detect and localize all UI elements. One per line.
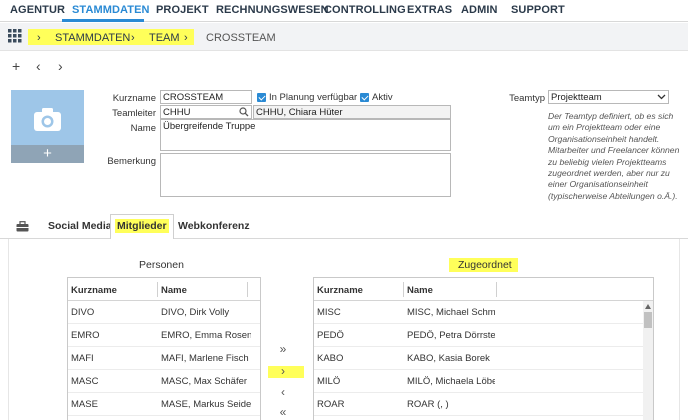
nav-agentur[interactable]: AGENTUR xyxy=(10,4,65,16)
camera-icon xyxy=(34,108,61,131)
move-left-icon[interactable]: ‹ xyxy=(268,385,298,399)
nav-extras[interactable]: EXTRAS xyxy=(407,4,452,16)
chevron-right-icon: › xyxy=(37,32,41,44)
add-icon[interactable]: + xyxy=(12,58,20,74)
search-icon[interactable] xyxy=(239,107,249,117)
table-row[interactable]: MAFI MAFI, Marlene Fisch xyxy=(68,347,260,370)
nav-rechnungswesen[interactable]: RECHNUNGSWESEN xyxy=(216,4,329,16)
table-row[interactable]: KABO KABO, Kasia Borek xyxy=(314,347,644,370)
zugeordnet-header: Kurzname Name xyxy=(314,278,653,301)
table-row[interactable]: MASE MASE, Markus Seidel xyxy=(68,393,260,416)
next-icon[interactable]: › xyxy=(58,58,63,74)
bemerkung-label: Bemerkung xyxy=(107,156,156,167)
teamleiter-name-field: CHHU, Chiara Hüter xyxy=(253,105,451,119)
teamtyp-label: Teamtyp xyxy=(509,93,545,104)
transfer-buttons: » › ‹ « xyxy=(268,339,304,420)
zugeordnet-title: Zugeordnet xyxy=(458,259,512,271)
scrollbar-thumb[interactable] xyxy=(644,312,652,328)
bemerkung-field[interactable] xyxy=(160,153,451,197)
table-row[interactable]: ROAR ROAR (, ) xyxy=(314,393,644,416)
move-right-icon[interactable]: › xyxy=(268,364,298,378)
teamtyp-select[interactable]: Projektteam xyxy=(548,90,669,104)
name-field[interactable]: Übergreifende Truppe xyxy=(160,119,451,151)
column-header-name[interactable]: Name xyxy=(407,285,433,296)
chevron-right-icon: › xyxy=(184,32,188,44)
personen-grid: Kurzname Name DIVO DIVO, Dirk Volly EMRO… xyxy=(67,277,261,420)
nav-projekt[interactable]: PROJEKT xyxy=(156,4,209,16)
breadcrumb: › STAMMDATEN › TEAM › CROSSTEAM xyxy=(0,23,688,51)
name-label: Name xyxy=(130,123,156,134)
tab-social-media[interactable]: Social Media xyxy=(48,220,112,232)
top-navigation: AGENTUR STAMMDATEN PROJEKT RECHNUNGSWESE… xyxy=(0,0,688,22)
tab-mitglieder[interactable]: Mitglieder xyxy=(110,214,174,240)
briefcase-icon[interactable] xyxy=(16,221,29,232)
kurzname-label: Kurzname xyxy=(112,93,156,104)
nav-support[interactable]: SUPPORT xyxy=(511,4,565,16)
teamtyp-help-text: Der Teamtyp definiert, ob es sich um ein… xyxy=(548,111,680,201)
aktiv-checkbox[interactable] xyxy=(360,93,369,102)
apps-grid-icon[interactable] xyxy=(8,29,22,43)
table-row[interactable]: EMRO EMRO, Emma Rosent... xyxy=(68,324,260,347)
move-all-left-icon[interactable]: « xyxy=(268,405,298,419)
tab-mitglieder-label: Mitglieder xyxy=(115,219,169,233)
nav-stammdaten[interactable]: STAMMDATEN xyxy=(72,4,150,16)
table-row[interactable]: MASC MASC, Max Schäfer xyxy=(68,370,260,393)
tab-webkonferenz[interactable]: Webkonferenz xyxy=(178,220,250,232)
in-planung-checkbox[interactable] xyxy=(257,93,266,102)
nav-controlling[interactable]: CONTROLLING xyxy=(324,4,406,16)
personen-title: Personen xyxy=(139,259,184,271)
move-all-right-icon[interactable]: » xyxy=(268,342,298,356)
column-header-kurzname[interactable]: Kurzname xyxy=(71,285,117,296)
upload-photo-button[interactable]: + xyxy=(11,145,84,163)
tab-bar: Social Media Mitglieder Webkonferenz xyxy=(0,212,688,240)
scroll-up-icon[interactable] xyxy=(645,304,651,309)
column-header-name[interactable]: Name xyxy=(161,285,187,296)
chevron-right-icon: › xyxy=(131,32,135,44)
column-header-kurzname[interactable]: Kurzname xyxy=(317,285,363,296)
table-row[interactable]: MILÖ MILÖ, Michaela Löber xyxy=(314,370,644,393)
teamtyp-value: Projektteam xyxy=(551,92,602,103)
previous-icon[interactable]: ‹ xyxy=(36,58,41,74)
aktiv-label: Aktiv xyxy=(372,92,393,103)
breadcrumb-current: CROSSTEAM xyxy=(206,32,276,44)
personen-header: Kurzname Name xyxy=(68,278,260,301)
vertical-scrollbar[interactable] xyxy=(643,301,653,420)
table-row[interactable]: PEDÖ PEDÖ, Petra Dörrstein xyxy=(314,324,644,347)
chevron-down-icon[interactable] xyxy=(657,94,666,100)
kurzname-field[interactable]: CROSSTEAM xyxy=(160,90,252,104)
active-nav-indicator xyxy=(62,19,144,22)
breadcrumb-stammdaten[interactable]: STAMMDATEN xyxy=(55,32,130,44)
in-planung-label: In Planung verfügbar xyxy=(269,92,358,103)
nav-admin[interactable]: ADMIN xyxy=(461,4,498,16)
table-row[interactable]: MISC MISC, Michael Schmi... xyxy=(314,301,644,324)
mitglieder-panel: Personen Kurzname Name DIVO DIVO, Dirk V… xyxy=(8,239,680,420)
breadcrumb-team[interactable]: TEAM xyxy=(149,32,180,44)
zugeordnet-grid: Kurzname Name MISC MISC, Michael Schmi..… xyxy=(313,277,654,420)
teamleiter-label: Teamleiter xyxy=(112,108,156,119)
table-row[interactable]: DIVO DIVO, Dirk Volly xyxy=(68,301,260,324)
